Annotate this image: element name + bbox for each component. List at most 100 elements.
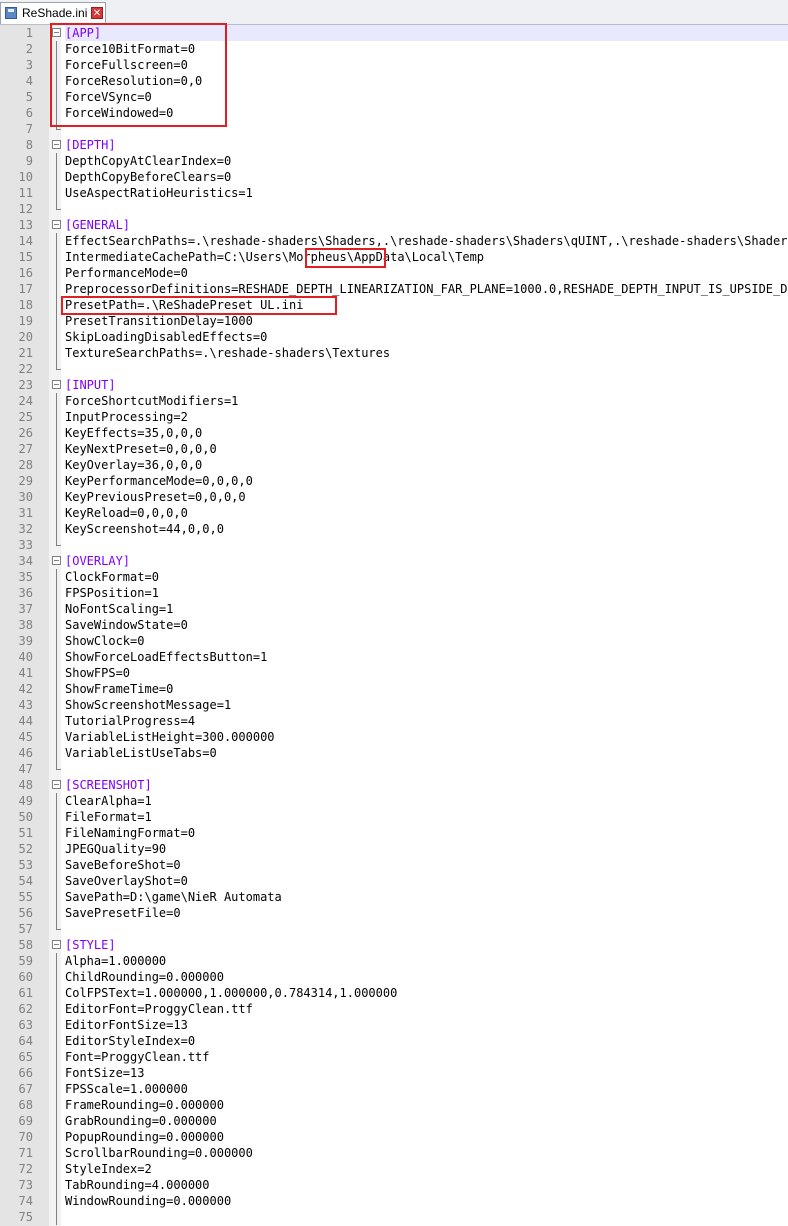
- fold-collapse-icon[interactable]: [52, 220, 61, 229]
- code-line[interactable]: 71 ScrollbarRounding=0.000000: [0, 1145, 788, 1161]
- code-line[interactable]: 25 InputProcessing=2: [0, 409, 788, 425]
- code-line[interactable]: 72 StyleIndex=2: [0, 1161, 788, 1177]
- code-line[interactable]: 14 EffectSearchPaths=.\reshade-shaders\Sh…: [0, 233, 788, 249]
- line-text: ShowFPS=0: [65, 666, 131, 680]
- section-header-line[interactable]: 8 [DEPTH]: [0, 137, 788, 153]
- fold-collapse-icon[interactable]: [52, 940, 61, 949]
- code-line[interactable]: 42 ShowFrameTime=0: [0, 681, 788, 697]
- code-line[interactable]: 39 ShowClock=0: [0, 633, 788, 649]
- code-line[interactable]: 62 EditorFont=ProggyClean.ttf: [0, 1001, 788, 1017]
- code-line[interactable]: 67 FPSScale=1.000000: [0, 1081, 788, 1097]
- code-line[interactable]: 36 FPSPosition=1: [0, 585, 788, 601]
- code-line[interactable]: 19 PresetTransitionDelay=1000: [0, 313, 788, 329]
- editor-text-area[interactable]: 1 [APP] 2 Force10BitFormat=0 3 ForceFullscree…: [0, 25, 788, 1225]
- fold-guide-line: [56, 297, 57, 313]
- code-line[interactable]: 16 PerformanceMode=0: [0, 265, 788, 281]
- line-number: 6: [25, 106, 33, 120]
- code-line[interactable]: 21 TextureSearchPaths=.\reshade-shaders\T…: [0, 345, 788, 361]
- code-line[interactable]: 31 KeyReload=0,0,0,0: [0, 505, 788, 521]
- fold-collapse-icon[interactable]: [52, 140, 61, 149]
- fold-collapse-icon[interactable]: [52, 780, 61, 789]
- code-line[interactable]: 52 JPEGQuality=90: [0, 841, 788, 857]
- code-line[interactable]: 22: [0, 361, 788, 377]
- code-line[interactable]: 15 IntermediateCachePath=C:\Users\Morpheu…: [0, 249, 788, 265]
- code-line[interactable]: 65 Font=ProggyClean.ttf: [0, 1049, 788, 1065]
- code-line[interactable]: 17 PreprocessorDefinitions=RESHADE_DEPTH_…: [0, 281, 788, 297]
- section-header-line[interactable]: 34 [OVERLAY]: [0, 553, 788, 569]
- code-line[interactable]: 49 ClearAlpha=1: [0, 793, 788, 809]
- code-line[interactable]: 73 TabRounding=4.000000: [0, 1177, 788, 1193]
- code-line[interactable]: 40 ShowForceLoadEffectsButton=1: [0, 649, 788, 665]
- code-line[interactable]: 41 ShowFPS=0: [0, 665, 788, 681]
- code-line[interactable]: 60 ChildRounding=0.000000: [0, 969, 788, 985]
- line-text: VariableListUseTabs=0: [65, 746, 217, 760]
- line-number: 50: [18, 810, 33, 824]
- code-line[interactable]: 69 GrabRounding=0.000000: [0, 1113, 788, 1129]
- code-line[interactable]: 6 ForceWindowed=0: [0, 105, 788, 121]
- code-line[interactable]: 5 ForceVSync=0: [0, 89, 788, 105]
- fold-collapse-icon[interactable]: [52, 28, 61, 37]
- code-line[interactable]: 18 PresetPath=.\ReShadePreset UL.ini: [0, 297, 788, 313]
- code-line[interactable]: 55 SavePath=D:\game\NieR Automata: [0, 889, 788, 905]
- code-line[interactable]: 4 ForceResolution=0,0: [0, 73, 788, 89]
- section-header-line[interactable]: 48 [SCREENSHOT]: [0, 777, 788, 793]
- code-line[interactable]: 3 ForceFullscreen=0: [0, 57, 788, 73]
- code-line[interactable]: 56 SavePresetFile=0: [0, 905, 788, 921]
- code-line[interactable]: 59 Alpha=1.000000: [0, 953, 788, 969]
- code-line[interactable]: 26 KeyEffects=35,0,0,0: [0, 425, 788, 441]
- code-line[interactable]: 9 DepthCopyAtClearIndex=0: [0, 153, 788, 169]
- code-line[interactable]: 63 EditorFontSize=13: [0, 1017, 788, 1033]
- code-line[interactable]: 35 ClockFormat=0: [0, 569, 788, 585]
- code-line[interactable]: 64 EditorStyleIndex=0: [0, 1033, 788, 1049]
- code-line[interactable]: 33: [0, 537, 788, 553]
- code-line[interactable]: 75: [0, 1209, 788, 1225]
- section-header-line[interactable]: 58 [STYLE]: [0, 937, 788, 953]
- line-number: 24: [18, 394, 33, 408]
- code-line[interactable]: 38 SaveWindowState=0: [0, 617, 788, 633]
- code-line[interactable]: 47: [0, 761, 788, 777]
- code-line[interactable]: 10 DepthCopyBeforeClears=0: [0, 169, 788, 185]
- code-line[interactable]: 37 NoFontScaling=1: [0, 601, 788, 617]
- code-line[interactable]: 70 PopupRounding=0.000000: [0, 1129, 788, 1145]
- code-line[interactable]: 54 SaveOverlayShot=0: [0, 873, 788, 889]
- code-line[interactable]: 27 KeyNextPreset=0,0,0,0: [0, 441, 788, 457]
- code-line[interactable]: 12: [0, 201, 788, 217]
- line-number: 3: [25, 58, 33, 72]
- code-line[interactable]: 43 ShowScreenshotMessage=1: [0, 697, 788, 713]
- code-line[interactable]: 50 FileFormat=1: [0, 809, 788, 825]
- code-line[interactable]: 32 KeyScreenshot=44,0,0,0: [0, 521, 788, 537]
- code-line[interactable]: 11 UseAspectRatioHeuristics=1: [0, 185, 788, 201]
- code-line[interactable]: 29 KeyPerformanceMode=0,0,0,0: [0, 473, 788, 489]
- section-header-line[interactable]: 13 [GENERAL]: [0, 217, 788, 233]
- code-line[interactable]: 66 FontSize=13: [0, 1065, 788, 1081]
- code-line[interactable]: 68 FrameRounding=0.000000: [0, 1097, 788, 1113]
- code-line[interactable]: 51 FileNamingFormat=0: [0, 825, 788, 841]
- code-line[interactable]: 61 ColFPSText=1.000000,1.000000,0.784314,…: [0, 985, 788, 1001]
- code-line[interactable]: 46 VariableListUseTabs=0: [0, 745, 788, 761]
- code-line[interactable]: 53 SaveBeforeShot=0: [0, 857, 788, 873]
- code-line[interactable]: 57: [0, 921, 788, 937]
- tab-bar: ReShade.ini ✕: [0, 0, 788, 25]
- code-line[interactable]: 74 WindowRounding=0.000000: [0, 1193, 788, 1209]
- line-text: KeyOverlay=36,0,0,0: [65, 458, 203, 472]
- code-line[interactable]: 24 ForceShortcutModifiers=1: [0, 393, 788, 409]
- code-line[interactable]: 44 TutorialProgress=4: [0, 713, 788, 729]
- fold-end-marker: [56, 537, 61, 546]
- section-header-line[interactable]: 23 [INPUT]: [0, 377, 788, 393]
- line-number: 26: [18, 426, 33, 440]
- line-number: 75: [18, 1210, 33, 1224]
- code-line[interactable]: 20 SkipLoadingDisabledEffects=0: [0, 329, 788, 345]
- code-line[interactable]: 45 VariableListHeight=300.000000: [0, 729, 788, 745]
- fold-collapse-icon[interactable]: [52, 556, 61, 565]
- code-line[interactable]: 30 KeyPreviousPreset=0,0,0,0: [0, 489, 788, 505]
- line-number: 42: [18, 682, 33, 696]
- section-header-line[interactable]: 1 [APP]: [0, 25, 788, 41]
- close-tab-icon[interactable]: ✕: [91, 7, 103, 19]
- fold-collapse-icon[interactable]: [52, 380, 61, 389]
- file-tab[interactable]: ReShade.ini ✕: [0, 2, 106, 24]
- line-text: DepthCopyAtClearIndex=0: [65, 154, 232, 168]
- code-line[interactable]: 7: [0, 121, 788, 137]
- line-number: 33: [18, 538, 33, 552]
- code-line[interactable]: 28 KeyOverlay=36,0,0,0: [0, 457, 788, 473]
- code-line[interactable]: 2 Force10BitFormat=0: [0, 41, 788, 57]
